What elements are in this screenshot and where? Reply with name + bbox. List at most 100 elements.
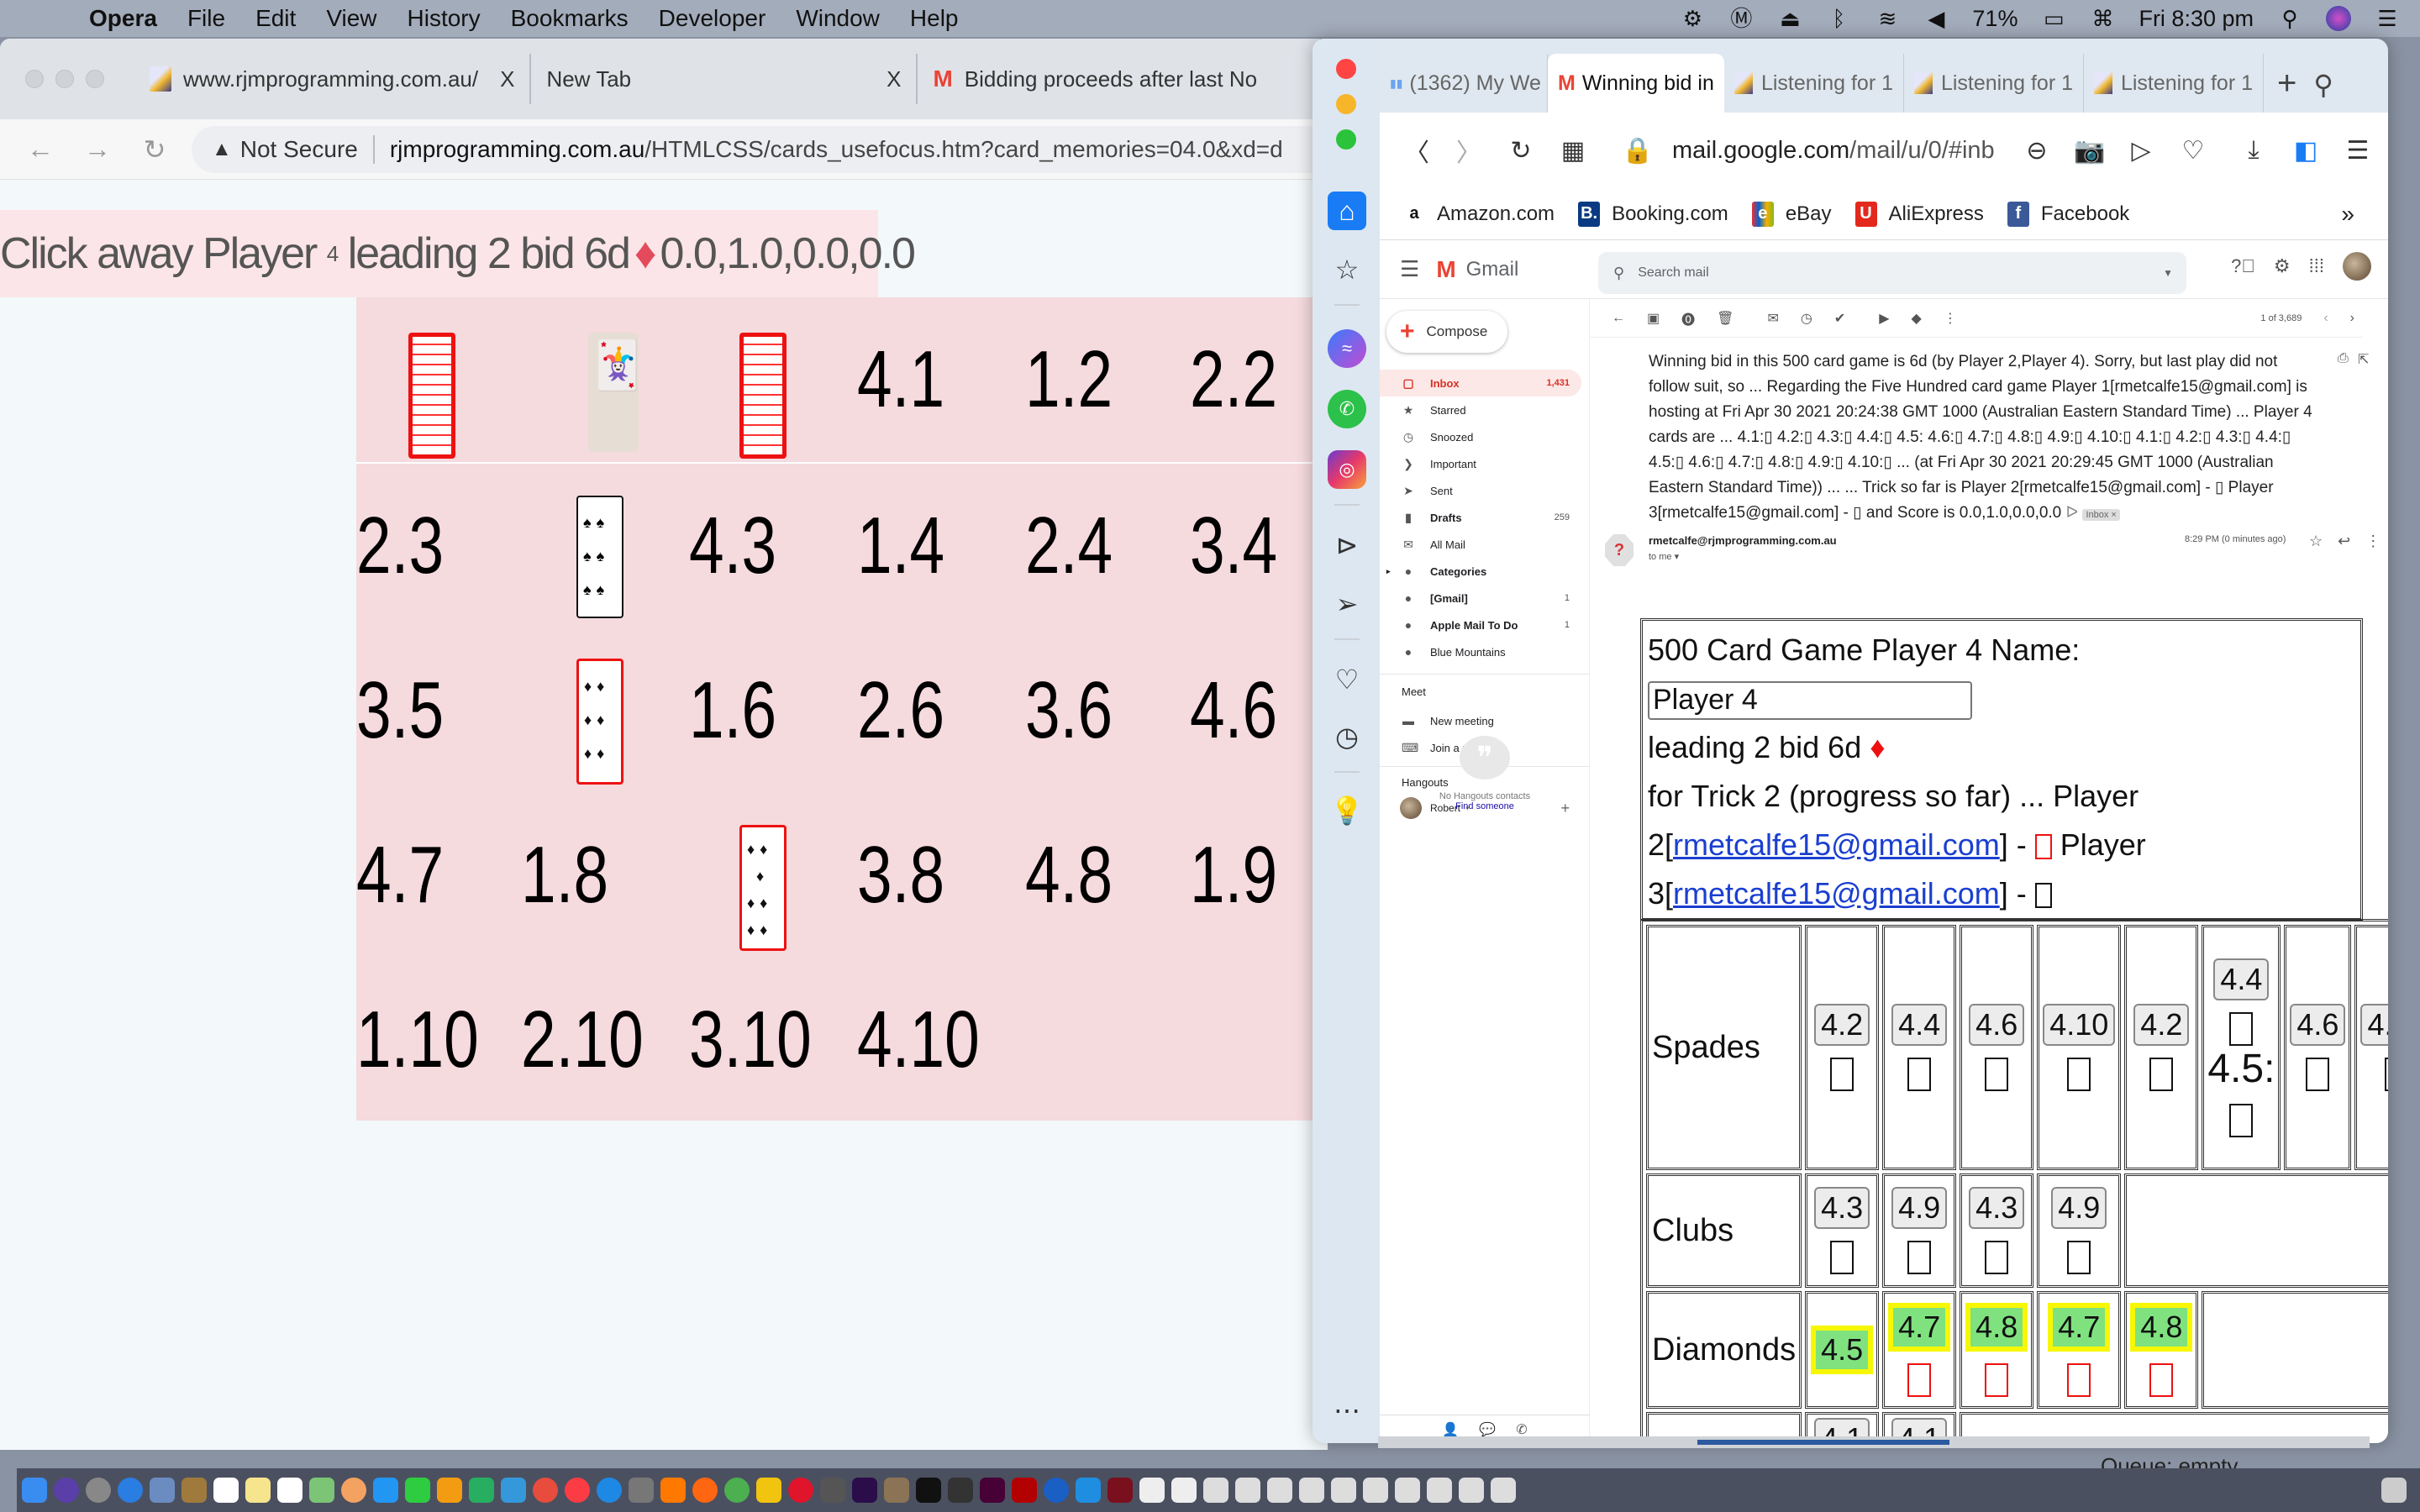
vpn-toggle-icon[interactable]: ◧: [2291, 136, 2321, 165]
forward-icon[interactable]: →: [81, 134, 114, 165]
xcode-icon[interactable]: [1076, 1478, 1101, 1503]
archive-icon[interactable]: ▣: [1647, 310, 1660, 327]
apps-grid-icon[interactable]: ⁞⁞⁞: [2309, 255, 2324, 277]
bookmark-amazon[interactable]: a Amazon.com: [1403, 201, 1555, 227]
recipient-details[interactable]: to me ▾: [1649, 551, 1679, 562]
player-name-input[interactable]: [1648, 680, 1972, 720]
history-clock-icon[interactable]: ◷: [1328, 717, 1366, 756]
grid-cell[interactable]: 3.4: [1190, 464, 1318, 628]
spotlight-search-icon[interactable]: ⚲: [2277, 6, 2302, 31]
filezilla-icon[interactable]: [1012, 1478, 1037, 1503]
firefox-icon[interactable]: [692, 1478, 718, 1503]
app-icon[interactable]: [820, 1478, 845, 1503]
grid-cell[interactable]: 4.1: [857, 297, 986, 462]
keynote-icon[interactable]: [501, 1478, 526, 1503]
grid-cell[interactable]: 1.8: [521, 793, 650, 958]
grid-cell[interactable]: 4.6: [1190, 628, 1318, 793]
opera-icon[interactable]: [788, 1478, 813, 1503]
tab-gmail-bidding[interactable]: M Bidding proceeds after last No: [918, 54, 1272, 104]
chrome-icon[interactable]: [724, 1478, 750, 1503]
card-button-highlighted[interactable]: 4.5: [1811, 1326, 1874, 1374]
bookmarks-more-icon[interactable]: »: [2341, 201, 2354, 228]
horizontal-scrollbar[interactable]: [1378, 1436, 2370, 1448]
conversations-icon[interactable]: 💬: [1479, 1421, 1496, 1438]
expand-arrow-icon[interactable]: ▸: [1386, 567, 1391, 576]
print-icon[interactable]: ⎙: [2338, 351, 2349, 366]
move-to-icon[interactable]: ▶: [1879, 310, 1889, 327]
more-icon[interactable]: ⋮: [2365, 533, 2381, 550]
menu-help[interactable]: Help: [910, 5, 959, 32]
main-menu-icon[interactable]: ☰: [1400, 256, 1419, 282]
window-thumbnail-icon[interactable]: [1491, 1478, 1516, 1503]
nav-drafts[interactable]: ▮ Drafts 259: [1380, 504, 1581, 531]
window-thumbnail-icon[interactable]: [1267, 1478, 1292, 1503]
url-input[interactable]: ▲ Not Secure rjmprogramming.com.au /HTML…: [192, 125, 1328, 173]
nav-gmail-label[interactable]: ● [Gmail] 1: [1380, 585, 1581, 612]
compose-button[interactable]: + Compose: [1386, 311, 1507, 353]
tab-search-icon[interactable]: ⚲: [2313, 69, 2333, 101]
card-six-spades[interactable]: ♠♠ ♠♠ ♠♠: [576, 496, 623, 618]
card-button-highlighted[interactable]: 4.7: [1888, 1303, 1951, 1352]
nav-snoozed[interactable]: ◷ Snoozed: [1380, 423, 1581, 450]
bookmark-aliexpress[interactable]: U AliExpress: [1854, 201, 1984, 227]
document-icon[interactable]: [1139, 1478, 1165, 1503]
bluetooth-icon[interactable]: ᛒ: [1826, 6, 1851, 31]
important-marker-icon[interactable]: ᐅ: [2066, 504, 2079, 522]
firefox-dev-icon[interactable]: [1044, 1478, 1069, 1503]
grid-cell[interactable]: 1.9: [1190, 793, 1318, 958]
sender-address[interactable]: rmetcalfe@rjmprogramming.com.au: [1649, 534, 1837, 547]
card-button[interactable]: 4.4: [2213, 958, 2270, 1000]
help-icon[interactable]: ?⃝: [2231, 255, 2255, 277]
grid-cell[interactable]: 3.6: [1025, 628, 1154, 793]
bookmark-booking[interactable]: B. Booking.com: [1578, 201, 1728, 227]
window-thumbnail-icon[interactable]: [1395, 1478, 1420, 1503]
notification-center-icon[interactable]: ☰: [2375, 6, 2400, 31]
reload-icon[interactable]: ↻: [1506, 136, 1536, 165]
menu-window[interactable]: Window: [796, 5, 880, 32]
grid-cell[interactable]: 3.10: [689, 958, 818, 1122]
system-preferences-icon[interactable]: [629, 1478, 654, 1503]
facetime-icon[interactable]: [405, 1478, 430, 1503]
card-button[interactable]: 4.3: [1969, 1187, 2025, 1229]
open-new-window-icon[interactable]: ⇱: [2358, 351, 2369, 368]
star-icon[interactable]: ☆: [2309, 533, 2323, 550]
card-button-highlighted[interactable]: 4.7: [2048, 1303, 2111, 1352]
search-mail-input[interactable]: ⚲ Search mail ▼: [1598, 252, 2186, 294]
gimp-icon[interactable]: [884, 1478, 909, 1503]
older-icon[interactable]: ›: [2350, 311, 2354, 326]
reply-icon[interactable]: ↩: [2338, 533, 2350, 550]
lightbulb-icon[interactable]: 💡: [1328, 791, 1366, 830]
card-face-red-2[interactable]: [739, 333, 786, 459]
tab-listening-1[interactable]: Listening for 1: [1724, 54, 1904, 113]
delete-icon[interactable]: 🗑: [1717, 310, 1733, 327]
menu-developer[interactable]: Developer: [659, 5, 766, 32]
messenger-icon[interactable]: ≈: [1328, 329, 1366, 368]
card-button[interactable]: 4.6: [1969, 1004, 2025, 1046]
heart-icon[interactable]: ♡: [1328, 660, 1366, 699]
snapshot-camera-icon[interactable]: 📷: [2074, 136, 2105, 165]
terminal-icon[interactable]: [916, 1478, 941, 1503]
card-button[interactable]: 4.6: [2290, 1004, 2346, 1046]
battery-icon[interactable]: ▭: [2041, 6, 2066, 31]
back-to-inbox-icon[interactable]: ←: [1612, 311, 1625, 326]
card-button[interactable]: 4.2: [2133, 1004, 2190, 1046]
player-icon[interactable]: ⊳: [1328, 526, 1366, 564]
menu-history[interactable]: History: [408, 5, 481, 32]
menu-file[interactable]: File: [187, 5, 225, 32]
nav-blue-mountains[interactable]: ● Blue Mountains: [1380, 638, 1581, 665]
grid-cell[interactable]: 2.10: [521, 958, 650, 1122]
menu-app-opera[interactable]: Opera: [89, 5, 157, 32]
grid-cell[interactable]: 3.5: [356, 628, 485, 793]
card-seven-diamonds[interactable]: ♦♦ ♦ ♦♦ ♦♦: [739, 825, 786, 951]
close-tab-icon[interactable]: X: [886, 66, 901, 92]
pages-icon[interactable]: [437, 1478, 462, 1503]
window-thumbnail-icon[interactable]: [1331, 1478, 1356, 1503]
send-flow-icon[interactable]: ▷: [2126, 136, 2156, 165]
back-icon[interactable]: ←: [24, 134, 57, 165]
speed-dial-star-icon[interactable]: ☆: [1328, 250, 1366, 289]
new-tab-button[interactable]: +: [2277, 65, 2296, 102]
tab-listening-2[interactable]: Listening for 1: [1904, 54, 2084, 113]
music-icon[interactable]: [565, 1478, 590, 1503]
cyberduck-icon[interactable]: [756, 1478, 781, 1503]
mark-unread-icon[interactable]: ✉: [1767, 310, 1778, 327]
